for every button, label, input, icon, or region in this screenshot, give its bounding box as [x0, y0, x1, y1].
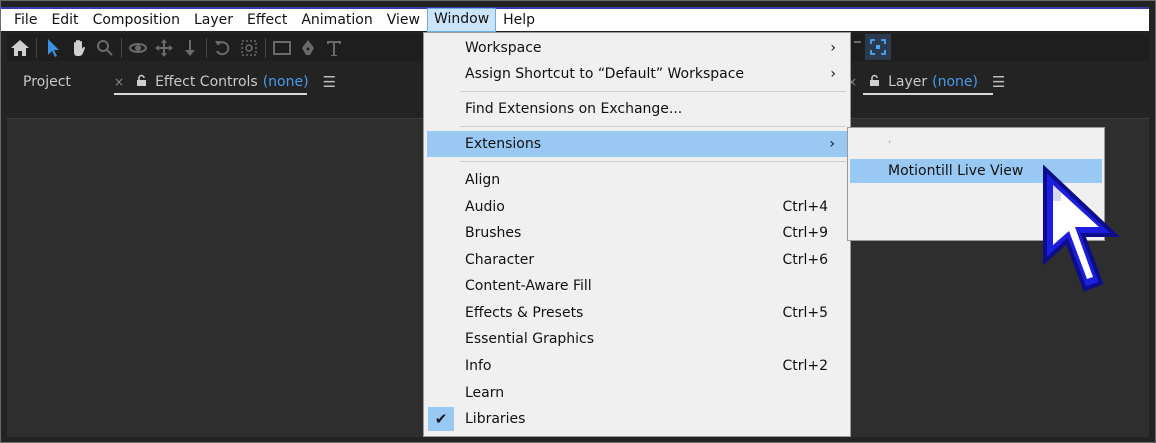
- panel-menu-icon[interactable]: ☰: [992, 73, 1005, 91]
- snapping-icon[interactable]: [865, 34, 891, 60]
- menu-help[interactable]: Help: [496, 9, 542, 31]
- chevron-right-icon: ›: [829, 136, 835, 152]
- menu-separator: [460, 126, 846, 127]
- selection-tool-icon[interactable]: [40, 35, 66, 61]
- menu-item-shortcut: Ctrl+2: [782, 358, 828, 374]
- menu-item-label: Essential Graphics: [465, 331, 595, 347]
- active-tab-indicator: [114, 93, 307, 95]
- tab-project-label: Project: [23, 74, 71, 90]
- hand-tool-icon[interactable]: [66, 35, 92, 61]
- menu-item-learn[interactable]: Learn: [424, 380, 850, 406]
- mouse-cursor-icon: [1039, 164, 1123, 305]
- menu-item-audio[interactable]: Audio Ctrl+4: [424, 194, 850, 220]
- effect-controls-none-value: (none): [262, 74, 309, 90]
- checkmark-icon: ✔: [428, 407, 454, 431]
- tab-project[interactable]: Project: [23, 65, 71, 99]
- rotation-tool-icon[interactable]: [210, 35, 236, 61]
- menu-item-label: Find Extensions on Exchange...: [465, 101, 683, 117]
- menu-item-label: Audio: [465, 199, 505, 215]
- menu-view[interactable]: View: [380, 9, 427, 31]
- menu-layer[interactable]: Layer: [187, 9, 240, 31]
- home-icon[interactable]: [7, 35, 33, 61]
- menu-item-label: Align: [465, 172, 501, 188]
- menu-item-label: Character: [465, 252, 535, 268]
- dolly-camera-icon[interactable]: [177, 35, 203, 61]
- menu-item-label: Learn: [465, 385, 505, 401]
- toolbar-divider: [206, 37, 207, 58]
- menu-item-label: Effects & Presets: [465, 305, 584, 321]
- menu-item-essential-graphics[interactable]: Essential Graphics: [424, 326, 850, 352]
- menu-item-assign-shortcut[interactable]: Assign Shortcut to “Default” Workspace ›: [424, 61, 850, 87]
- zoom-tool-icon[interactable]: [92, 35, 118, 61]
- menu-item-character[interactable]: Character Ctrl+6: [424, 247, 850, 273]
- app-window: File Edit Composition Layer Effect Anima…: [0, 0, 1156, 443]
- menu-edit[interactable]: Edit: [44, 9, 85, 31]
- pen-tool-icon[interactable]: [295, 35, 321, 61]
- menu-item-content-aware-fill[interactable]: Content-Aware Fill: [424, 273, 850, 299]
- active-tab-indicator: [863, 93, 993, 95]
- pan-behind-icon[interactable]: [236, 35, 262, 61]
- menu-item-label: Brushes: [465, 225, 522, 241]
- menu-effect[interactable]: Effect: [240, 9, 294, 31]
- menu-item-shortcut: Ctrl+4: [782, 199, 828, 215]
- panel-menu-icon[interactable]: ☰: [323, 73, 336, 91]
- window-menu: Workspace › Assign Shortcut to “Default”…: [423, 32, 851, 437]
- rectangle-tool-icon[interactable]: [269, 35, 295, 61]
- menu-item-label: Libraries: [465, 411, 526, 427]
- lock-icon[interactable]: [136, 74, 147, 91]
- type-tool-icon[interactable]: [321, 35, 347, 61]
- menu-item-align[interactable]: Align: [424, 167, 850, 193]
- menu-item-find-extensions[interactable]: Find Extensions on Exchange...: [424, 96, 850, 122]
- menu-separator: [460, 161, 846, 162]
- menu-bar: File Edit Composition Layer Effect Anima…: [1, 7, 1149, 32]
- menu-item-label: Workspace: [465, 40, 542, 56]
- menu-item-shortcut: Ctrl+6: [782, 252, 828, 268]
- layer-none-value: (none): [932, 74, 978, 90]
- toolbar-divider: [265, 37, 266, 58]
- close-icon[interactable]: ×: [114, 75, 124, 89]
- menu-item-info[interactable]: Info Ctrl+2: [424, 353, 850, 379]
- menu-item-workspace[interactable]: Workspace ›: [424, 35, 850, 61]
- submenu-marker-icon: ʼ: [888, 140, 892, 151]
- toolbar-divider: [36, 37, 37, 58]
- menu-file[interactable]: File: [7, 9, 44, 31]
- submenu-item-label: Motiontill Live View: [888, 163, 1024, 179]
- menu-item-brushes[interactable]: Brushes Ctrl+9: [424, 220, 850, 246]
- tab-effect-controls-label: Effect Controls: [155, 74, 258, 90]
- menu-animation[interactable]: Animation: [294, 9, 379, 31]
- pan-camera-icon[interactable]: [151, 35, 177, 61]
- menu-item-label: Content-Aware Fill: [465, 278, 592, 294]
- menu-item-shortcut: Ctrl+9: [782, 225, 828, 241]
- menu-item-effects-presets[interactable]: Effects & Presets Ctrl+5: [424, 300, 850, 326]
- lock-icon[interactable]: [869, 74, 880, 91]
- menu-item-label: Info: [465, 358, 492, 374]
- tab-layer-label: Layer: [888, 74, 928, 90]
- menu-separator: [460, 91, 846, 92]
- chevron-right-icon: ›: [830, 66, 836, 82]
- menu-item-libraries[interactable]: ✔ Libraries: [424, 406, 850, 432]
- toolbar-divider: [121, 37, 122, 58]
- menu-item-label: Assign Shortcut to “Default” Workspace: [465, 66, 745, 82]
- menu-window[interactable]: Window: [426, 8, 497, 32]
- menu-item-extensions[interactable]: Extensions ›: [427, 131, 849, 157]
- chevron-right-icon: ›: [830, 40, 836, 56]
- menu-item-shortcut: Ctrl+5: [782, 305, 828, 321]
- menu-composition[interactable]: Composition: [86, 9, 187, 31]
- orbit-camera-icon[interactable]: [125, 35, 151, 61]
- menu-item-label: Extensions: [465, 136, 542, 152]
